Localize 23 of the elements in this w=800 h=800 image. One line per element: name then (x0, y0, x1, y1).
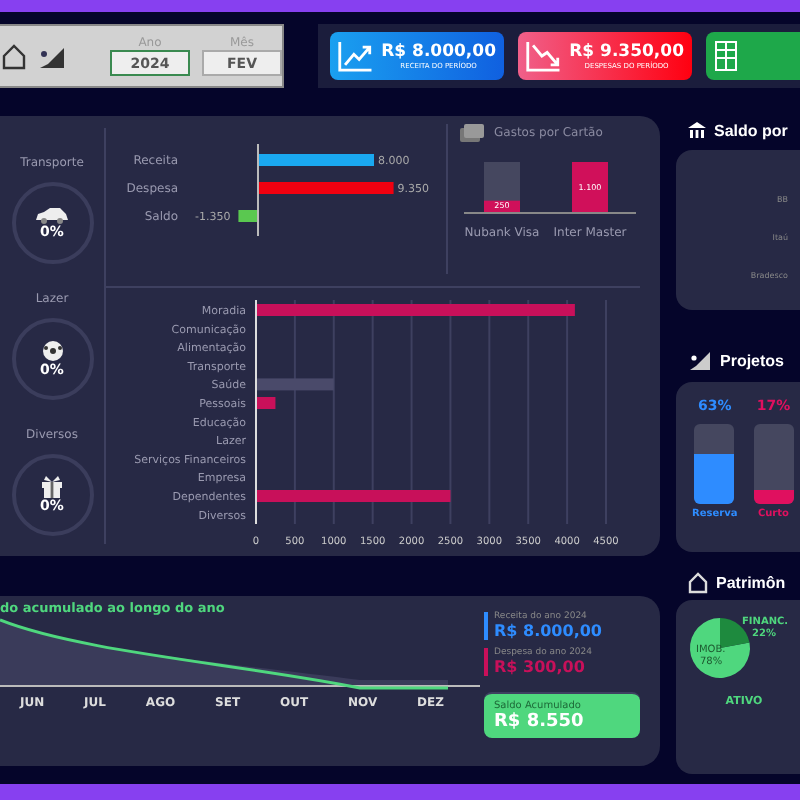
bar (238, 210, 258, 222)
soccer-ball-icon (41, 340, 63, 362)
balance-value: R$ 8.550 (494, 712, 586, 732)
car-icon (34, 206, 70, 224)
house-icon (2, 43, 26, 69)
trend-down-icon (526, 38, 562, 74)
spreadsheet-icon (714, 40, 738, 72)
gift-icon (42, 476, 62, 498)
bar (258, 182, 394, 194)
house-icon (688, 571, 708, 593)
section-title: Projetos (720, 351, 785, 369)
trend-up-icon (338, 38, 374, 74)
bar (572, 162, 608, 212)
bar (256, 397, 276, 409)
section-title: Patrimôn (716, 573, 786, 591)
stat-value: R$ 8.000,00 (494, 622, 604, 640)
cards-icon (460, 124, 484, 142)
stat-value: R$ 300,00 (494, 658, 587, 676)
kpi-value: R$ 9.350,00 (569, 42, 684, 62)
section-title: Saldo por (714, 121, 788, 139)
bank-icon (688, 121, 706, 139)
bar (258, 154, 374, 166)
kpi-value: R$ 8.000,00 (381, 42, 496, 62)
